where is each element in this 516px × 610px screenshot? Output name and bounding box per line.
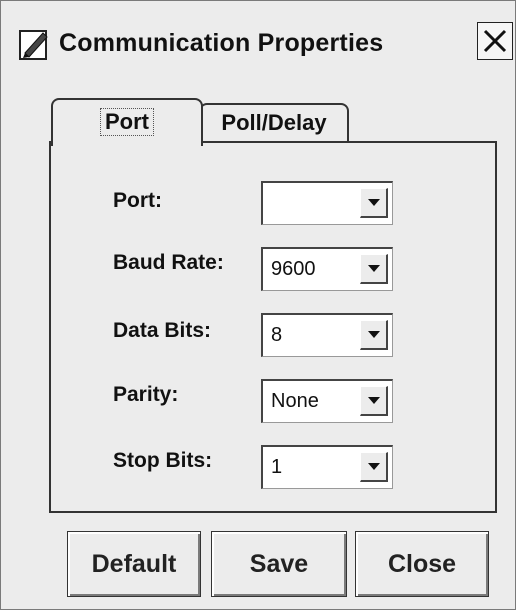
data-bits-label: Data Bits:	[113, 319, 212, 342]
port-tab-panel: Port: Baud Rate: 9600 Data Bits: 8 Parit…	[49, 141, 497, 513]
chevron-down-icon	[368, 397, 380, 404]
stop-bits-value: 1	[271, 456, 283, 478]
default-button[interactable]: Default	[66, 530, 202, 598]
edit-pencil-icon	[19, 25, 49, 61]
communication-properties-dialog: Communication Properties Port Poll/Delay…	[0, 0, 516, 610]
window-title: Communication Properties	[59, 29, 384, 57]
tab-port[interactable]: Port	[51, 98, 203, 146]
chevron-down-icon	[368, 331, 380, 338]
data-bits-dropdown-arrow[interactable]	[360, 320, 388, 350]
parity-label: Parity:	[113, 383, 179, 406]
baud-rate-dropdown-arrow[interactable]	[360, 254, 388, 284]
port-dropdown-arrow[interactable]	[360, 188, 388, 218]
save-button[interactable]: Save	[210, 530, 348, 598]
baud-rate-value: 9600	[271, 258, 316, 280]
tab-poll-delay[interactable]: Poll/Delay	[199, 103, 349, 143]
chevron-down-icon	[368, 463, 380, 470]
close-button[interactable]: Close	[354, 530, 490, 598]
chevron-down-icon	[368, 265, 380, 272]
window-close-button[interactable]	[477, 22, 513, 60]
data-bits-value: 8	[271, 324, 283, 346]
port-select[interactable]	[261, 181, 393, 225]
port-label: Port:	[113, 189, 162, 212]
baud-rate-select[interactable]: 9600	[261, 247, 393, 291]
stop-bits-dropdown-arrow[interactable]	[360, 452, 388, 482]
baud-rate-label: Baud Rate:	[113, 251, 224, 274]
title-bar: Communication Properties	[1, 1, 515, 85]
tab-port-label: Port	[100, 108, 154, 136]
parity-dropdown-arrow[interactable]	[360, 386, 388, 416]
chevron-down-icon	[368, 199, 380, 206]
close-icon	[483, 29, 507, 53]
parity-select[interactable]: None	[261, 379, 393, 423]
stop-bits-select[interactable]: 1	[261, 445, 393, 489]
data-bits-select[interactable]: 8	[261, 313, 393, 357]
stop-bits-label: Stop Bits:	[113, 449, 213, 472]
tab-poll-delay-label: Poll/Delay	[221, 110, 327, 135]
parity-value: None	[271, 390, 319, 412]
